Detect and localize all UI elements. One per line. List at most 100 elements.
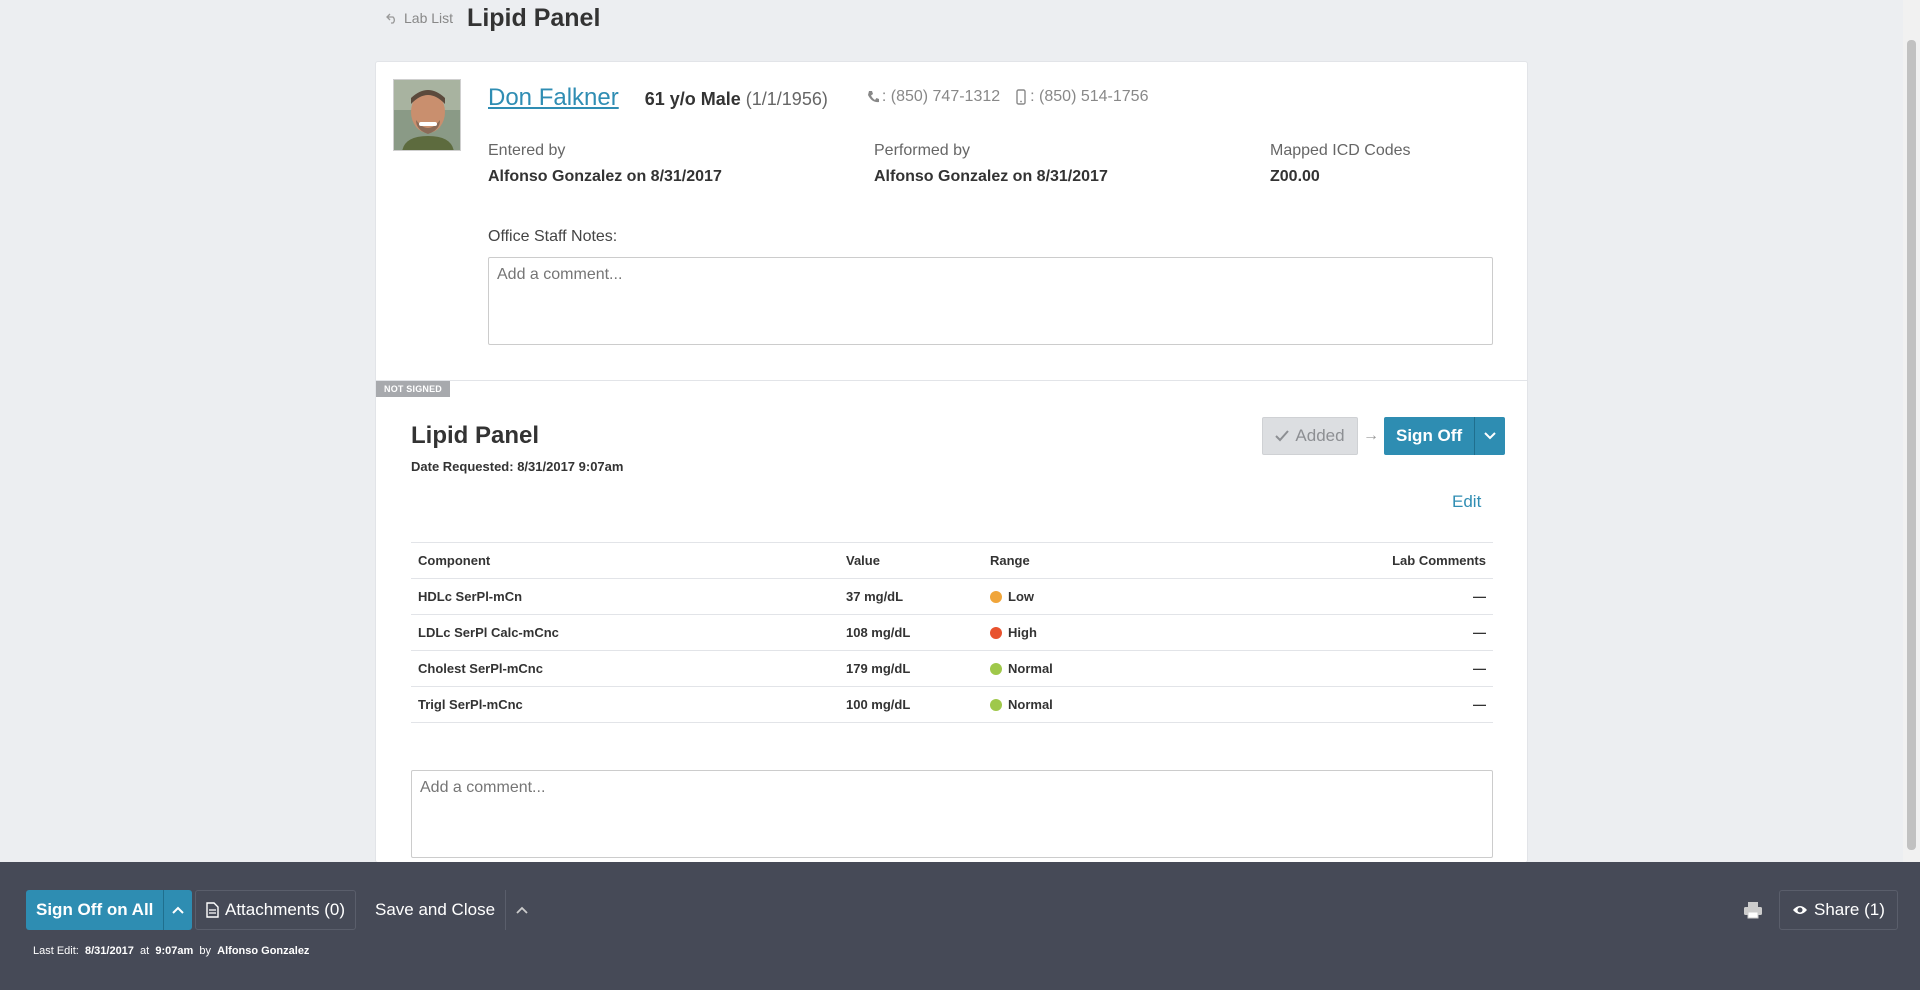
- edit-link[interactable]: Edit: [1452, 492, 1481, 512]
- performed-by-label: Performed by: [874, 142, 971, 159]
- icd-codes-label: Mapped ICD Codes: [1270, 142, 1411, 159]
- value-cell: 179 mg/dL: [839, 650, 983, 687]
- office-notes-label: Office Staff Notes:: [488, 228, 618, 245]
- last-edit-date: 8/31/2017: [84, 945, 134, 957]
- sign-off-all-button-group: Sign Off on All: [26, 890, 193, 930]
- column-header-value: Value: [839, 542, 983, 579]
- range-label: High: [1008, 625, 1037, 640]
- scrollbar-thumb[interactable]: [1907, 40, 1916, 850]
- range-label: Normal: [1008, 697, 1053, 712]
- share-button[interactable]: Share (1): [1779, 890, 1898, 930]
- back-to-lab-list-link[interactable]: Lab List: [386, 10, 453, 26]
- added-button[interactable]: Added: [1262, 417, 1358, 455]
- sign-off-all-options-toggle[interactable]: [163, 890, 193, 930]
- range-status-dot-icon: [990, 662, 1002, 675]
- patient-age-sex: 61 y/o Male: [644, 89, 741, 109]
- last-edit-user: Alfonso Gonzalez: [217, 945, 310, 957]
- printer-icon: [1744, 902, 1762, 919]
- entered-by-block: Entered by Alfonso Gonzalez on 8/31/2017: [488, 142, 722, 186]
- icd-codes-value: Z00.00: [1270, 168, 1320, 185]
- table-row: Cholest SerPl-mCnc 179 mg/dL Normal —: [411, 650, 1493, 687]
- section-divider: [376, 380, 1527, 381]
- lab-comment-input[interactable]: [411, 770, 1493, 858]
- back-link-label[interactable]: Lab List: [404, 10, 453, 26]
- lab-comments-cell: —: [1183, 686, 1493, 723]
- range-status-dot-icon: [990, 626, 1002, 639]
- home-phone: : (850) 747-1312: [866, 88, 1000, 106]
- range-status-dot-icon: [990, 590, 1002, 603]
- patient-dob: (1/1/1956): [745, 89, 828, 109]
- document-icon: [206, 902, 219, 918]
- attachments-button[interactable]: Attachments (0): [195, 890, 356, 930]
- save-and-close-button[interactable]: Save and Close: [375, 900, 495, 920]
- mobile-phone: : (850) 514-1756: [1014, 88, 1148, 106]
- mobile-phone-number: : (850) 514-1756: [1030, 88, 1149, 105]
- table-header-row: Component Value Range Lab Comments: [411, 542, 1493, 579]
- save-options-toggle[interactable]: [505, 890, 528, 930]
- check-icon: [1275, 430, 1290, 442]
- chevron-up-icon: [516, 906, 528, 914]
- component-cell: HDLc SerPl-mCn: [411, 578, 839, 615]
- save-and-close-group: Save and Close: [375, 890, 528, 930]
- value-cell: 37 mg/dL: [839, 578, 983, 615]
- entered-by-value: Alfonso Gonzalez on 8/31/2017: [488, 168, 722, 185]
- last-edit-time: 9:07am: [155, 945, 194, 957]
- phone-icon: [867, 91, 879, 103]
- table-row: Trigl SerPl-mCnc 100 mg/dL Normal —: [411, 686, 1493, 723]
- patient-name-link[interactable]: Don Falkner: [488, 84, 619, 112]
- eye-icon: [1793, 906, 1807, 914]
- lab-comments-cell: —: [1183, 614, 1493, 651]
- sign-off-button[interactable]: Sign Off: [1384, 417, 1475, 455]
- value-cell: 100 mg/dL: [839, 686, 983, 723]
- last-edit-by: by: [199, 945, 212, 957]
- share-label: Share (1): [1814, 900, 1885, 919]
- range-status-dot-icon: [990, 698, 1002, 711]
- last-edit-at: at: [140, 945, 150, 957]
- chevron-up-icon: [172, 906, 185, 914]
- home-phone-number: : (850) 747-1312: [881, 88, 1001, 105]
- lab-title: Lipid Panel: [411, 422, 540, 449]
- lab-actions: Added → Sign Off: [1262, 417, 1506, 455]
- icd-codes-block: Mapped ICD Codes Z00.00: [1270, 142, 1411, 186]
- patient-avatar: [393, 79, 461, 151]
- lab-card: Don Falkner 61 y/o Male (1/1/1956) : (85…: [375, 61, 1528, 863]
- range-cell: High: [983, 614, 1183, 651]
- entered-by-label: Entered by: [488, 142, 566, 159]
- table-row: LDLc SerPl Calc-mCnc 108 mg/dL High —: [411, 614, 1493, 651]
- page-title: Lipid Panel: [467, 3, 601, 32]
- undo-arrow-icon: [386, 13, 395, 24]
- sign-off-dropdown-toggle[interactable]: [1474, 417, 1506, 455]
- attachments-label: Attachments (0): [225, 900, 345, 919]
- page-scrollbar[interactable]: [1903, 0, 1920, 862]
- arrow-right-icon: →: [1363, 427, 1379, 444]
- column-header-lab-comments: Lab Comments: [1183, 542, 1493, 579]
- table-row: HDLc SerPl-mCn 37 mg/dL Low —: [411, 578, 1493, 615]
- added-label: Added: [1295, 426, 1345, 445]
- print-button[interactable]: [1735, 890, 1771, 930]
- last-edit-info: Last Edit: 8/31/2017 at 9:07am by Alfons…: [33, 945, 309, 957]
- value-cell: 108 mg/dL: [839, 614, 983, 651]
- range-cell: Normal: [983, 650, 1183, 687]
- patient-header: Don Falkner 61 y/o Male (1/1/1956) : (85…: [488, 84, 1148, 112]
- column-header-range: Range: [983, 542, 1183, 579]
- sign-off-all-button[interactable]: Sign Off on All: [26, 890, 164, 930]
- last-edit-prefix: Last Edit:: [33, 945, 79, 957]
- component-cell: LDLc SerPl Calc-mCnc: [411, 614, 839, 651]
- range-cell: Low: [983, 578, 1183, 615]
- lab-results-table: Component Value Range Lab Comments HDLc …: [411, 542, 1493, 723]
- range-cell: Normal: [983, 686, 1183, 723]
- phone-numbers: : (850) 747-1312 : (850) 514-1756: [866, 88, 1148, 106]
- performed-by-block: Performed by Alfonso Gonzalez on 8/31/20…: [874, 142, 1108, 186]
- date-requested: Date Requested: 8/31/2017 9:07am: [411, 459, 624, 474]
- column-header-component: Component: [411, 542, 839, 579]
- sign-off-button-group: Sign Off: [1384, 417, 1506, 455]
- performed-by-value: Alfonso Gonzalez on 8/31/2017: [874, 168, 1108, 185]
- lab-comments-cell: —: [1183, 578, 1493, 615]
- chevron-down-icon: [1484, 432, 1496, 440]
- range-label: Low: [1008, 589, 1034, 604]
- component-cell: Trigl SerPl-mCnc: [411, 686, 839, 723]
- office-notes-input[interactable]: [488, 257, 1493, 345]
- lab-comments-cell: —: [1183, 650, 1493, 687]
- range-label: Normal: [1008, 661, 1053, 676]
- top-bar: Lab List Lipid Panel: [386, 0, 600, 36]
